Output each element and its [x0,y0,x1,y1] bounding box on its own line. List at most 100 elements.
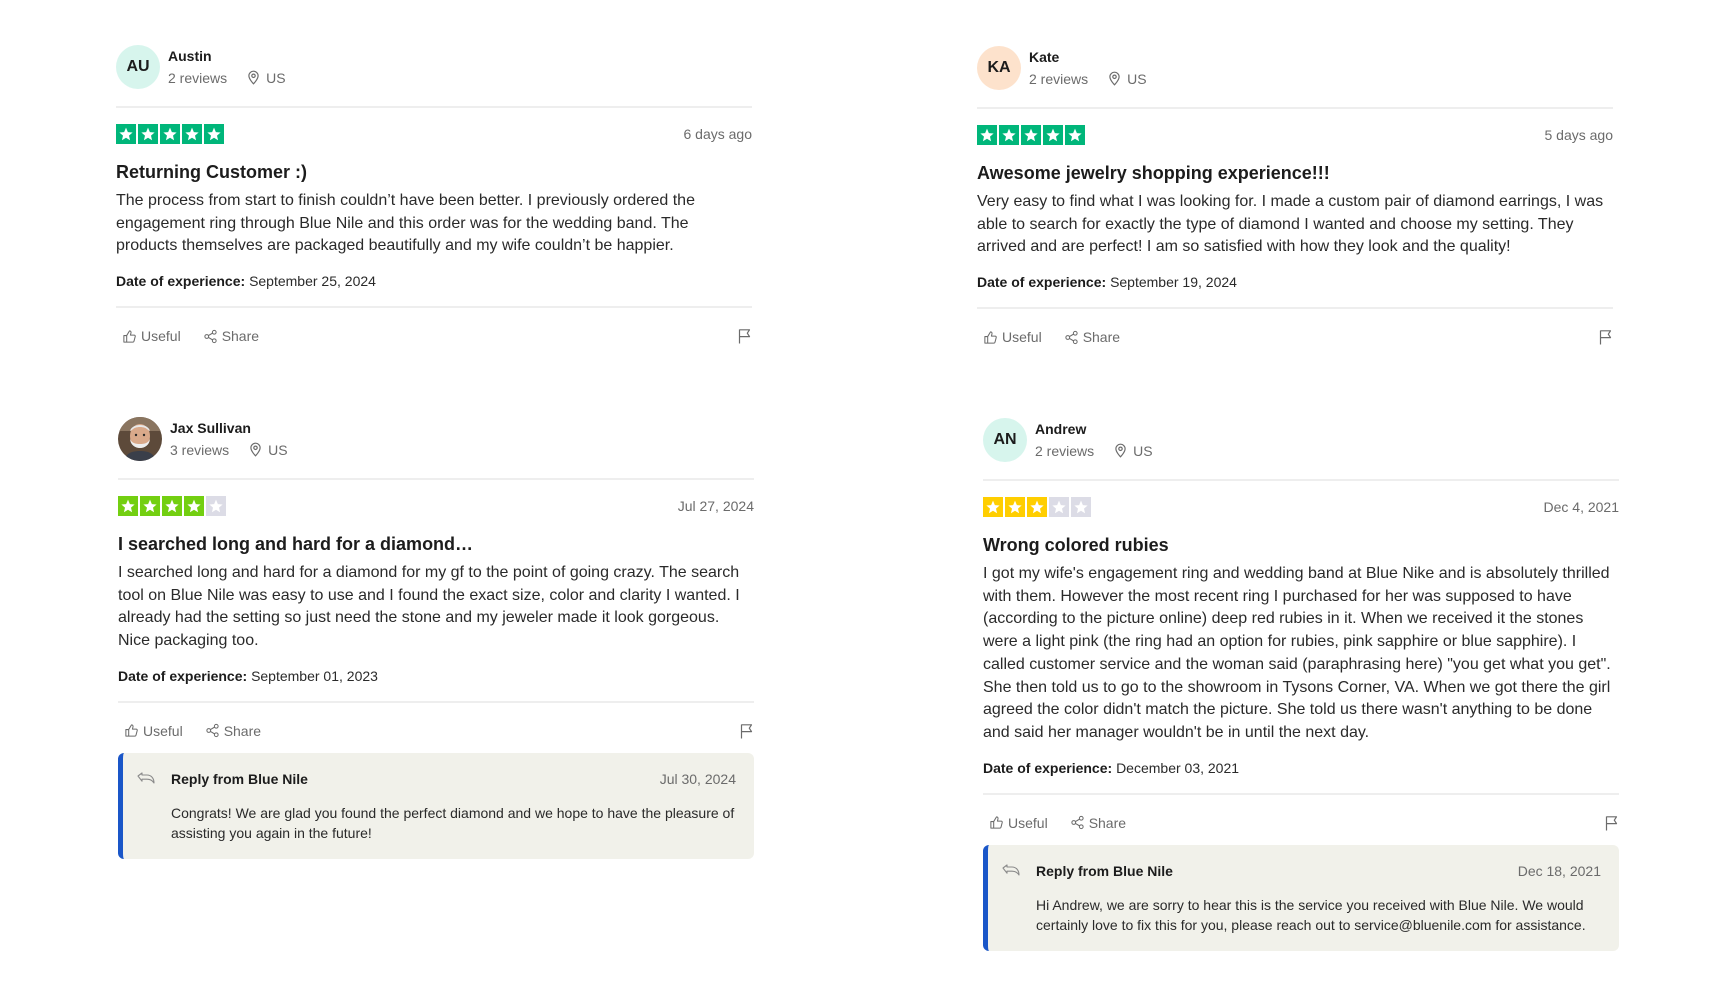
reviewer-location: US [268,441,288,458]
useful-button[interactable]: Useful [124,723,183,739]
share-icon [204,329,217,343]
review-date: 6 days ago [683,126,753,142]
date-of-experience: Date of experience: December 03, 2021 [983,759,1240,776]
star-icon [160,124,180,144]
reply-date: Dec 18, 2021 [1517,862,1601,879]
star-icon [182,124,202,144]
reviewer-name[interactable]: Austin [168,47,286,65]
review-date: 5 days ago [1544,127,1614,143]
star-icon [138,124,158,144]
star-icon [140,496,160,516]
review-count: 2 reviews [168,69,228,86]
location-pin-icon [247,70,260,85]
star-icon [1071,497,1091,517]
review-body: I searched long and hard for a diamond f… [118,564,740,650]
share-icon [1065,330,1078,344]
star-icon [206,496,226,516]
useful-button[interactable]: Useful [983,329,1042,345]
divider [983,479,1619,481]
star-rating [116,124,224,144]
review-card: Jax Sullivan 3 reviews US Jul 27, 2024 I… [118,416,754,859]
location-pin-icon [1114,443,1127,458]
star-icon [999,125,1019,145]
star-rating [983,497,1091,517]
review-actions: Useful Share [977,325,1613,349]
reply-date: Jul 30, 2024 [659,770,736,787]
star-icon [1027,497,1047,517]
company-reply: Reply from Blue Nile Jul 30, 2024 Congra… [118,752,754,859]
star-icon [162,496,182,516]
flag-icon[interactable] [1599,329,1613,345]
thumbs-up-icon [123,329,136,343]
star-icon [118,496,138,516]
star-icon [204,124,224,144]
star-icon [116,124,136,144]
star-icon [1065,125,1085,145]
useful-button[interactable]: Useful [989,815,1048,831]
star-icon [184,496,204,516]
star-icon [1021,125,1041,145]
star-icon [1049,497,1069,517]
divider [116,306,752,309]
thumbs-up-icon [990,816,1003,829]
star-rating [977,125,1085,145]
useful-button[interactable]: Useful [122,328,181,344]
share-button[interactable]: Share [1064,329,1120,345]
reviewer-location: US [1133,442,1153,459]
avatar[interactable]: AU [116,45,160,89]
star-icon [1043,125,1063,145]
reviewer-name[interactable]: Kate [1029,48,1147,66]
company-reply: Reply from Blue Nile Dec 18, 2021 Hi And… [983,844,1619,951]
flag-icon[interactable] [1605,815,1619,831]
review-title[interactable]: Wrong colored rubies [983,533,1619,557]
reviewer-header: AN Andrew 2 reviews US [983,417,1619,463]
reviewer-header: AU Austin 2 reviews US [116,44,752,90]
avatar[interactable]: KA [977,46,1021,90]
review-body: The process from start to finish couldn’… [116,192,695,255]
review-title[interactable]: Returning Customer :) [116,160,752,184]
star-icon [983,497,1003,517]
reply-text: Congrats! We are glad you found the perf… [171,804,735,841]
reply-text: Hi Andrew, we are sorry to hear this is … [1036,896,1586,933]
share-button[interactable]: Share [205,723,261,739]
reviewer-location: US [266,69,286,86]
divider [977,107,1613,109]
review-title[interactable]: I searched long and hard for a diamond… [118,532,754,556]
reviewer-name[interactable]: Jax Sullivan [170,419,288,437]
reviewer-location: US [1127,70,1147,87]
date-of-experience: Date of experience: September 25, 2024 [116,273,376,290]
review-actions: Useful Share [116,324,752,348]
reply-author: Reply from Blue Nile [171,770,308,787]
flag-icon[interactable] [738,328,752,344]
star-rating [118,496,226,516]
star-icon [1005,497,1025,517]
avatar[interactable]: AN [983,418,1027,462]
review-date: Dec 4, 2021 [1543,499,1620,515]
review-actions: Useful Share [118,719,754,743]
star-icon [977,125,997,145]
share-button[interactable]: Share [1070,815,1126,831]
date-of-experience: Date of experience: September 19, 2024 [977,274,1237,291]
review-count: 2 reviews [1035,442,1095,459]
flag-icon[interactable] [740,723,754,739]
thumbs-up-icon [984,330,997,344]
user-photo [118,417,162,461]
divider [983,792,1619,795]
review-card: KA Kate 2 reviews US 5 days ago Awesome … [977,45,1613,349]
review-body: Very easy to find what I was looking for… [977,193,1604,256]
share-button[interactable]: Share [203,328,259,344]
review-count: 3 reviews [170,441,230,458]
location-pin-icon [1108,71,1121,86]
avatar[interactable] [118,417,162,461]
thumbs-up-icon [125,724,138,737]
share-icon [1071,816,1084,830]
reviewer-name[interactable]: Andrew [1035,420,1153,438]
reviewer-header: KA Kate 2 reviews US [977,45,1613,91]
reply-arrow-icon [137,772,155,786]
review-body: I got my wife's engagement ring and wedd… [983,565,1611,741]
date-of-experience: Date of experience: September 01, 2023 [118,667,378,684]
review-title[interactable]: Awesome jewelry shopping experience!!! [977,161,1613,185]
review-date: Jul 27, 2024 [677,498,754,514]
review-actions: Useful Share [983,811,1619,835]
reply-author: Reply from Blue Nile [1036,862,1173,879]
